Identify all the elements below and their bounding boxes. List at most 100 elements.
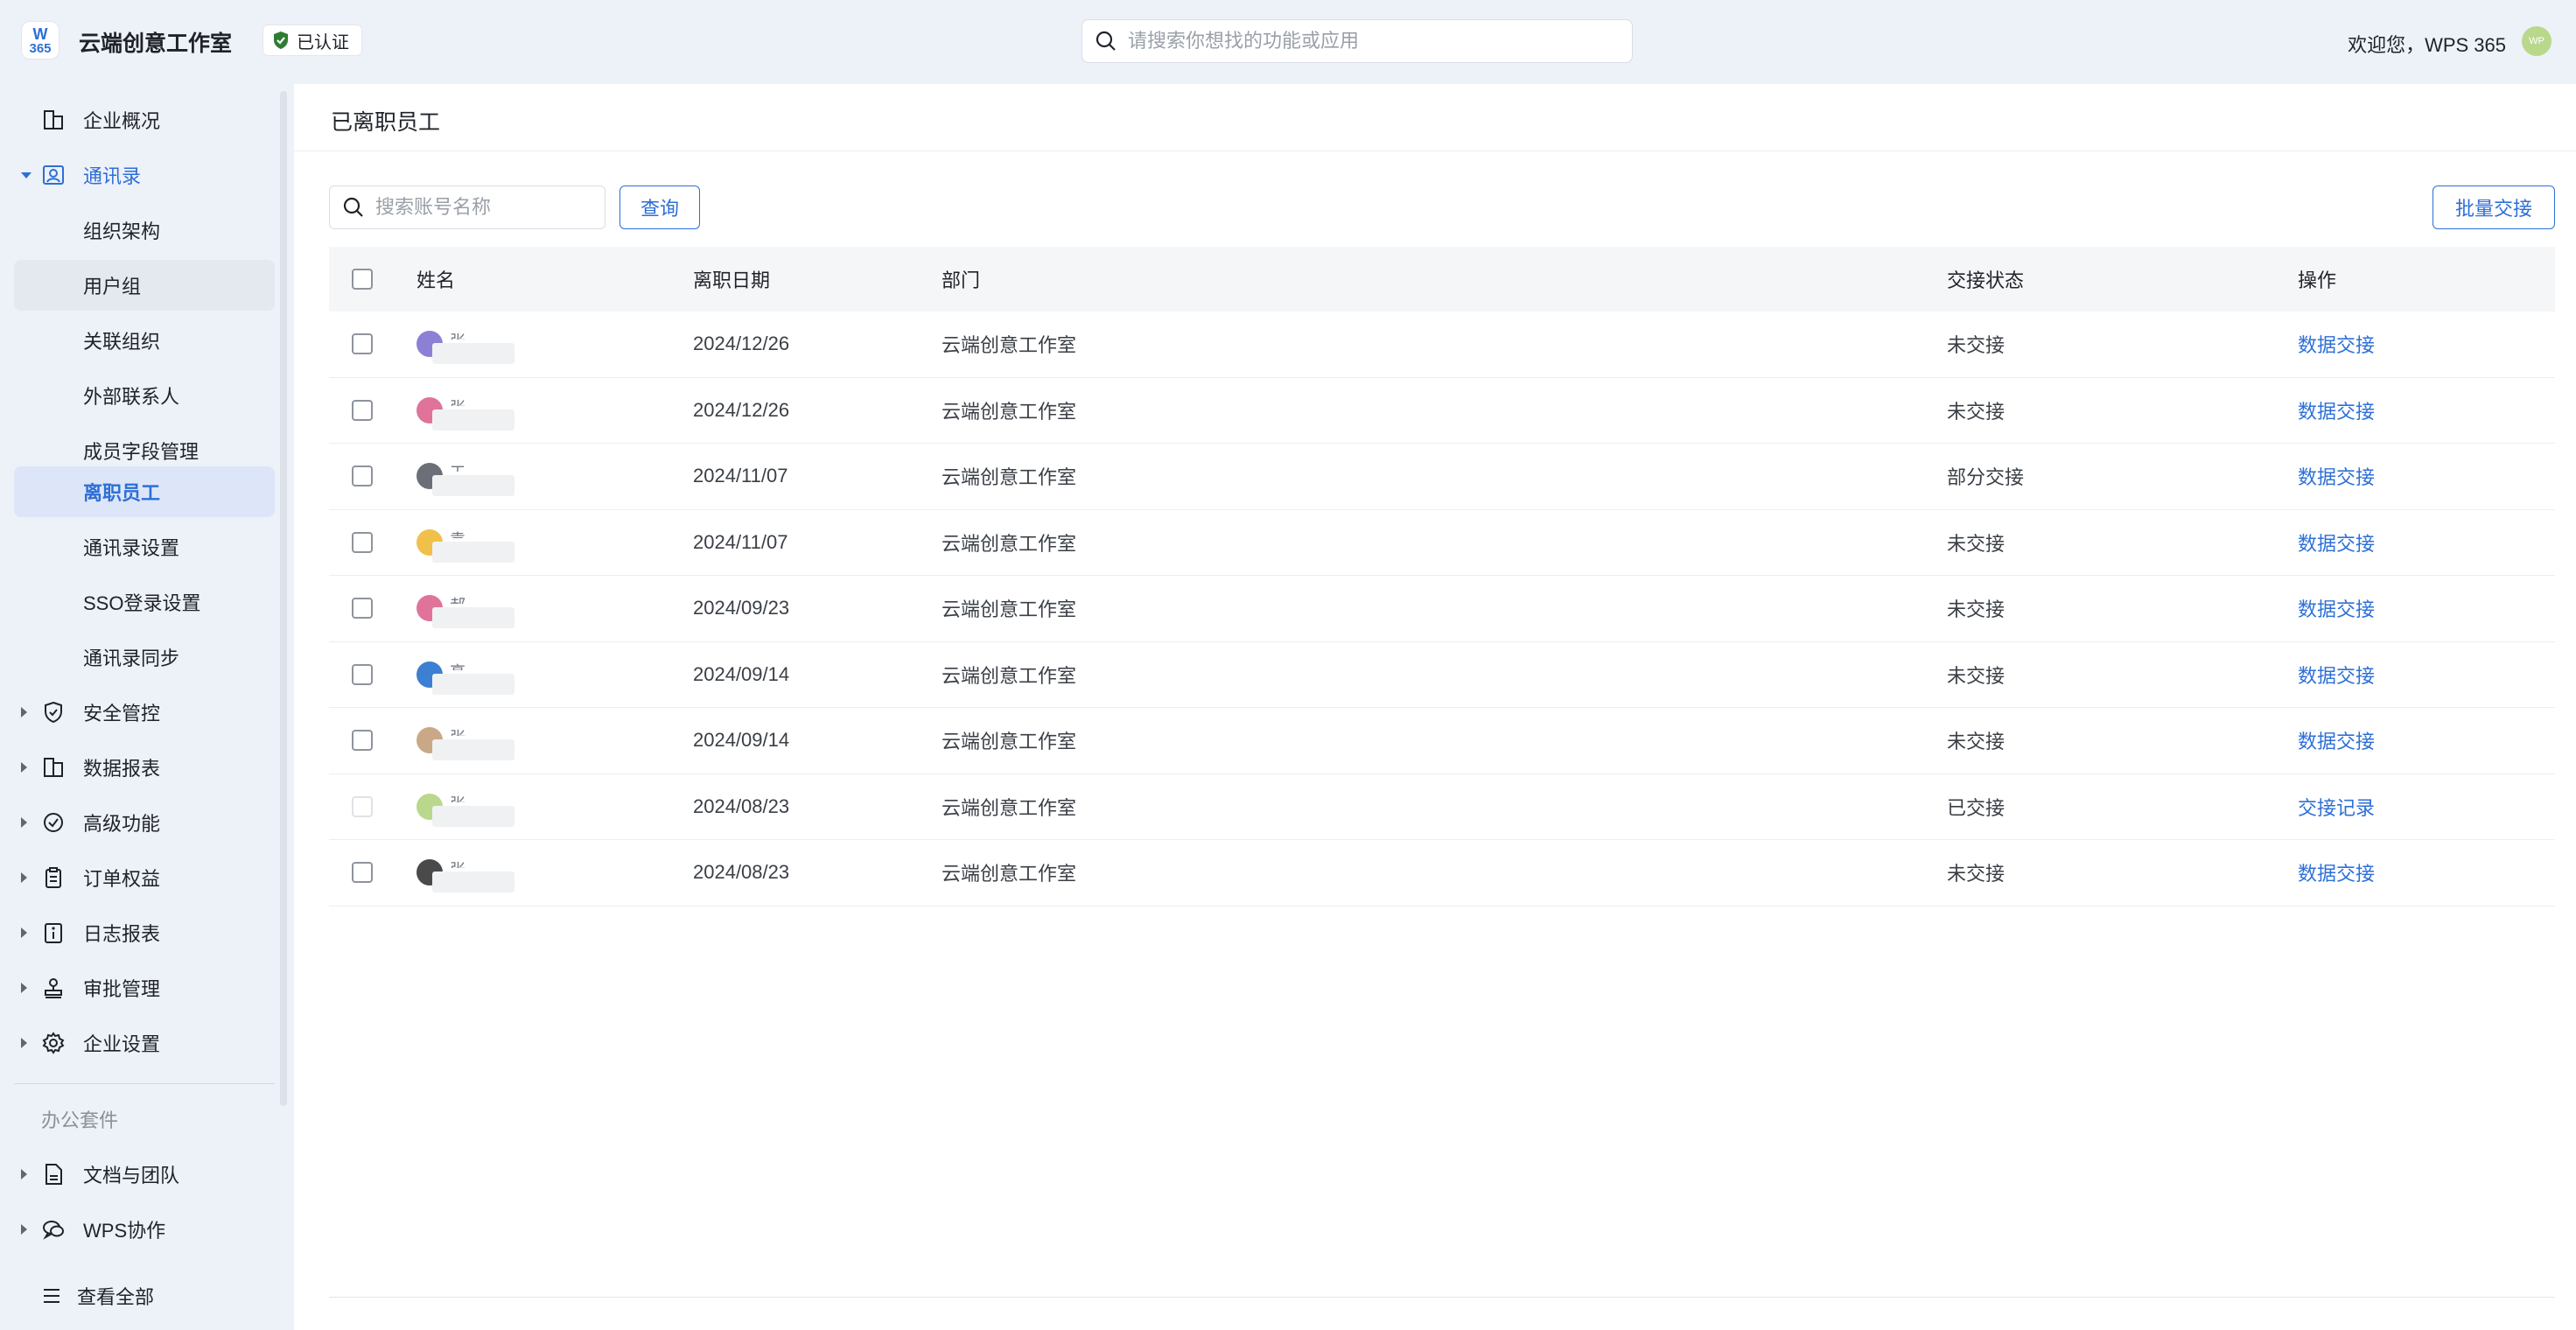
welcome-text: 欢迎您，WPS 365 xyxy=(2348,34,2506,56)
member-name: 张组 xyxy=(450,396,466,406)
query-button[interactable]: 查询 xyxy=(620,186,700,229)
row-date: 2024/08/23 xyxy=(693,861,790,884)
menu-icon xyxy=(44,1289,60,1303)
row-checkbox[interactable] xyxy=(352,663,373,685)
row-name-cell: 张小小 xyxy=(416,727,514,761)
sidebar-item-contacts-settings[interactable]: 通讯录设置 xyxy=(14,522,275,572)
sidebar-item-external-contacts[interactable]: 外部联系人 xyxy=(14,370,275,421)
member-name: 张组 xyxy=(450,329,466,340)
row-checkbox[interactable] xyxy=(352,399,373,421)
sidebar-item-label: 用户组 xyxy=(83,276,142,298)
row-action-link[interactable]: 数据交接 xyxy=(2298,858,2375,886)
chat-icon xyxy=(40,1216,66,1242)
row-checkbox[interactable] xyxy=(352,333,373,355)
sidebar-item-label: 通讯录 xyxy=(83,165,142,187)
global-search-input[interactable] xyxy=(1128,30,1600,52)
row-checkbox[interactable] xyxy=(352,466,373,487)
row-checkbox[interactable] xyxy=(352,730,373,752)
row-dept: 云端创意工作室 xyxy=(942,532,1077,555)
sidebar-item-contacts[interactable]: 通讯录 xyxy=(14,150,275,200)
account-search[interactable] xyxy=(329,186,606,229)
row-date: 2024/11/07 xyxy=(693,465,788,487)
table-header: 姓名 离职日期 部门 交接状态 操作 xyxy=(329,247,2555,312)
sidebar-item-orders[interactable]: 订单权益 xyxy=(14,852,275,903)
name-mask xyxy=(432,607,514,629)
row-action-link[interactable]: 数据交接 xyxy=(2298,528,2375,556)
table-row: 王芸 2024/11/07 云端创意工作室 部分交接 数据交接 xyxy=(329,444,2555,510)
badge-icon xyxy=(40,809,66,836)
info-doc-icon xyxy=(40,920,66,946)
sidebar-item-label: 数据报表 xyxy=(83,758,161,780)
sidebar-item-security[interactable]: 安全管控 xyxy=(14,687,275,738)
row-name-cell: 张组 xyxy=(416,793,514,827)
logo-w: W xyxy=(32,24,48,43)
row-checkbox[interactable] xyxy=(352,598,373,620)
sidebar-item-wps-collab[interactable]: WPS协作 xyxy=(14,1204,275,1255)
sidebar-item-data-reports[interactable]: 数据报表 xyxy=(14,742,275,793)
row-status: 未交接 xyxy=(1947,664,2006,687)
table-row: 张组 2024/08/23 云端创意工作室 已交接 交接记录 xyxy=(329,774,2555,840)
sidebar-item-sso-settings[interactable]: SSO登录设置 xyxy=(14,577,275,627)
sidebar-item-logs[interactable]: 日志报表 xyxy=(14,907,275,958)
sidebar-item-user-groups[interactable]: 用户组 xyxy=(14,260,275,311)
sidebar-item-enterprise-settings[interactable]: 企业设置 xyxy=(14,1018,275,1068)
member-name: 高诗栩 xyxy=(450,660,466,670)
sidebar-item-approvals[interactable]: 审批管理 xyxy=(14,962,275,1013)
sidebar-item-label: 安全管控 xyxy=(83,703,161,724)
chevron-right-icon xyxy=(21,1038,27,1048)
row-name-cell: 高诗栩 xyxy=(416,661,514,695)
row-date: 2024/09/14 xyxy=(693,662,790,685)
column-header-dept: 部门 xyxy=(942,270,981,291)
row-action-link[interactable]: 数据交接 xyxy=(2298,726,2375,754)
global-search[interactable] xyxy=(1082,19,1633,63)
chevron-right-icon xyxy=(21,817,27,828)
chevron-right-icon xyxy=(21,983,27,993)
row-checkbox[interactable] xyxy=(352,862,373,884)
main-content: 已离职员工 查询 批量交接 姓名 离职日期 部门 交接状态 操作 张组 2024… xyxy=(294,84,2576,1330)
row-action-link[interactable]: 数据交接 xyxy=(2298,396,2375,424)
sidebar-item-contacts-sync[interactable]: 通讯录同步 xyxy=(14,632,275,682)
row-action-link[interactable]: 数据交接 xyxy=(2298,330,2375,358)
row-action-link[interactable]: 数据交接 xyxy=(2298,661,2375,689)
wps365-logo[interactable]: W 365 xyxy=(21,21,60,60)
sidebar-item-overview[interactable]: 企业概况 xyxy=(14,94,275,145)
sidebar-item-label: 成员字段管理 xyxy=(83,441,200,463)
row-name-cell: 张组 xyxy=(416,396,514,430)
sidebar-item-departed-staff[interactable]: 离职员工 xyxy=(14,466,275,517)
row-action-link[interactable]: 数据交接 xyxy=(2298,594,2375,622)
sidebar-item-advanced[interactable]: 高级功能 xyxy=(14,797,275,848)
table-row: 郝春鑫 2024/09/23 云端创意工作室 未交接 数据交接 xyxy=(329,576,2555,642)
sidebar-item-label: 离职员工 xyxy=(83,482,161,504)
sidebar-item-docs-teams[interactable]: 文档与团队 xyxy=(14,1149,275,1200)
view-all-button[interactable]: 查看全部 xyxy=(42,1282,154,1310)
sidebar-scrollbar[interactable] xyxy=(280,91,287,1106)
sidebar-divider xyxy=(14,1083,275,1084)
name-mask xyxy=(432,739,514,761)
view-all-label: 查看全部 xyxy=(77,1286,155,1308)
sidebar-item-label: 文档与团队 xyxy=(83,1165,180,1186)
row-status: 未交接 xyxy=(1947,731,2006,753)
batch-handover-button[interactable]: 批量交接 xyxy=(2432,186,2555,229)
select-all-checkbox[interactable] xyxy=(352,269,373,290)
row-dept: 云端创意工作室 xyxy=(942,731,1077,753)
name-mask xyxy=(432,541,514,563)
account-search-input[interactable] xyxy=(375,196,594,219)
sidebar-item-linked-orgs[interactable]: 关联组织 xyxy=(14,315,275,366)
row-date: 2024/12/26 xyxy=(693,332,790,355)
building-icon xyxy=(40,107,66,133)
sidebar-item-label: SSO登录设置 xyxy=(83,592,201,614)
title-divider xyxy=(294,150,2576,151)
user-avatar[interactable]: WP xyxy=(2522,26,2552,56)
row-status: 未交接 xyxy=(1947,532,2006,555)
row-date: 2024/08/23 xyxy=(693,794,790,817)
row-checkbox[interactable] xyxy=(352,531,373,553)
member-name: 张组 xyxy=(450,858,466,868)
row-name-cell: 张组 xyxy=(416,859,514,893)
document-icon xyxy=(40,1161,66,1187)
row-action-link[interactable]: 数据交接 xyxy=(2298,462,2375,490)
verified-badge: 已认证 xyxy=(262,24,362,56)
name-mask xyxy=(432,805,514,827)
row-action-link[interactable]: 交接记录 xyxy=(2298,793,2375,821)
sidebar-item-org-structure[interactable]: 组织架构 xyxy=(14,205,275,256)
chevron-right-icon xyxy=(21,872,27,883)
